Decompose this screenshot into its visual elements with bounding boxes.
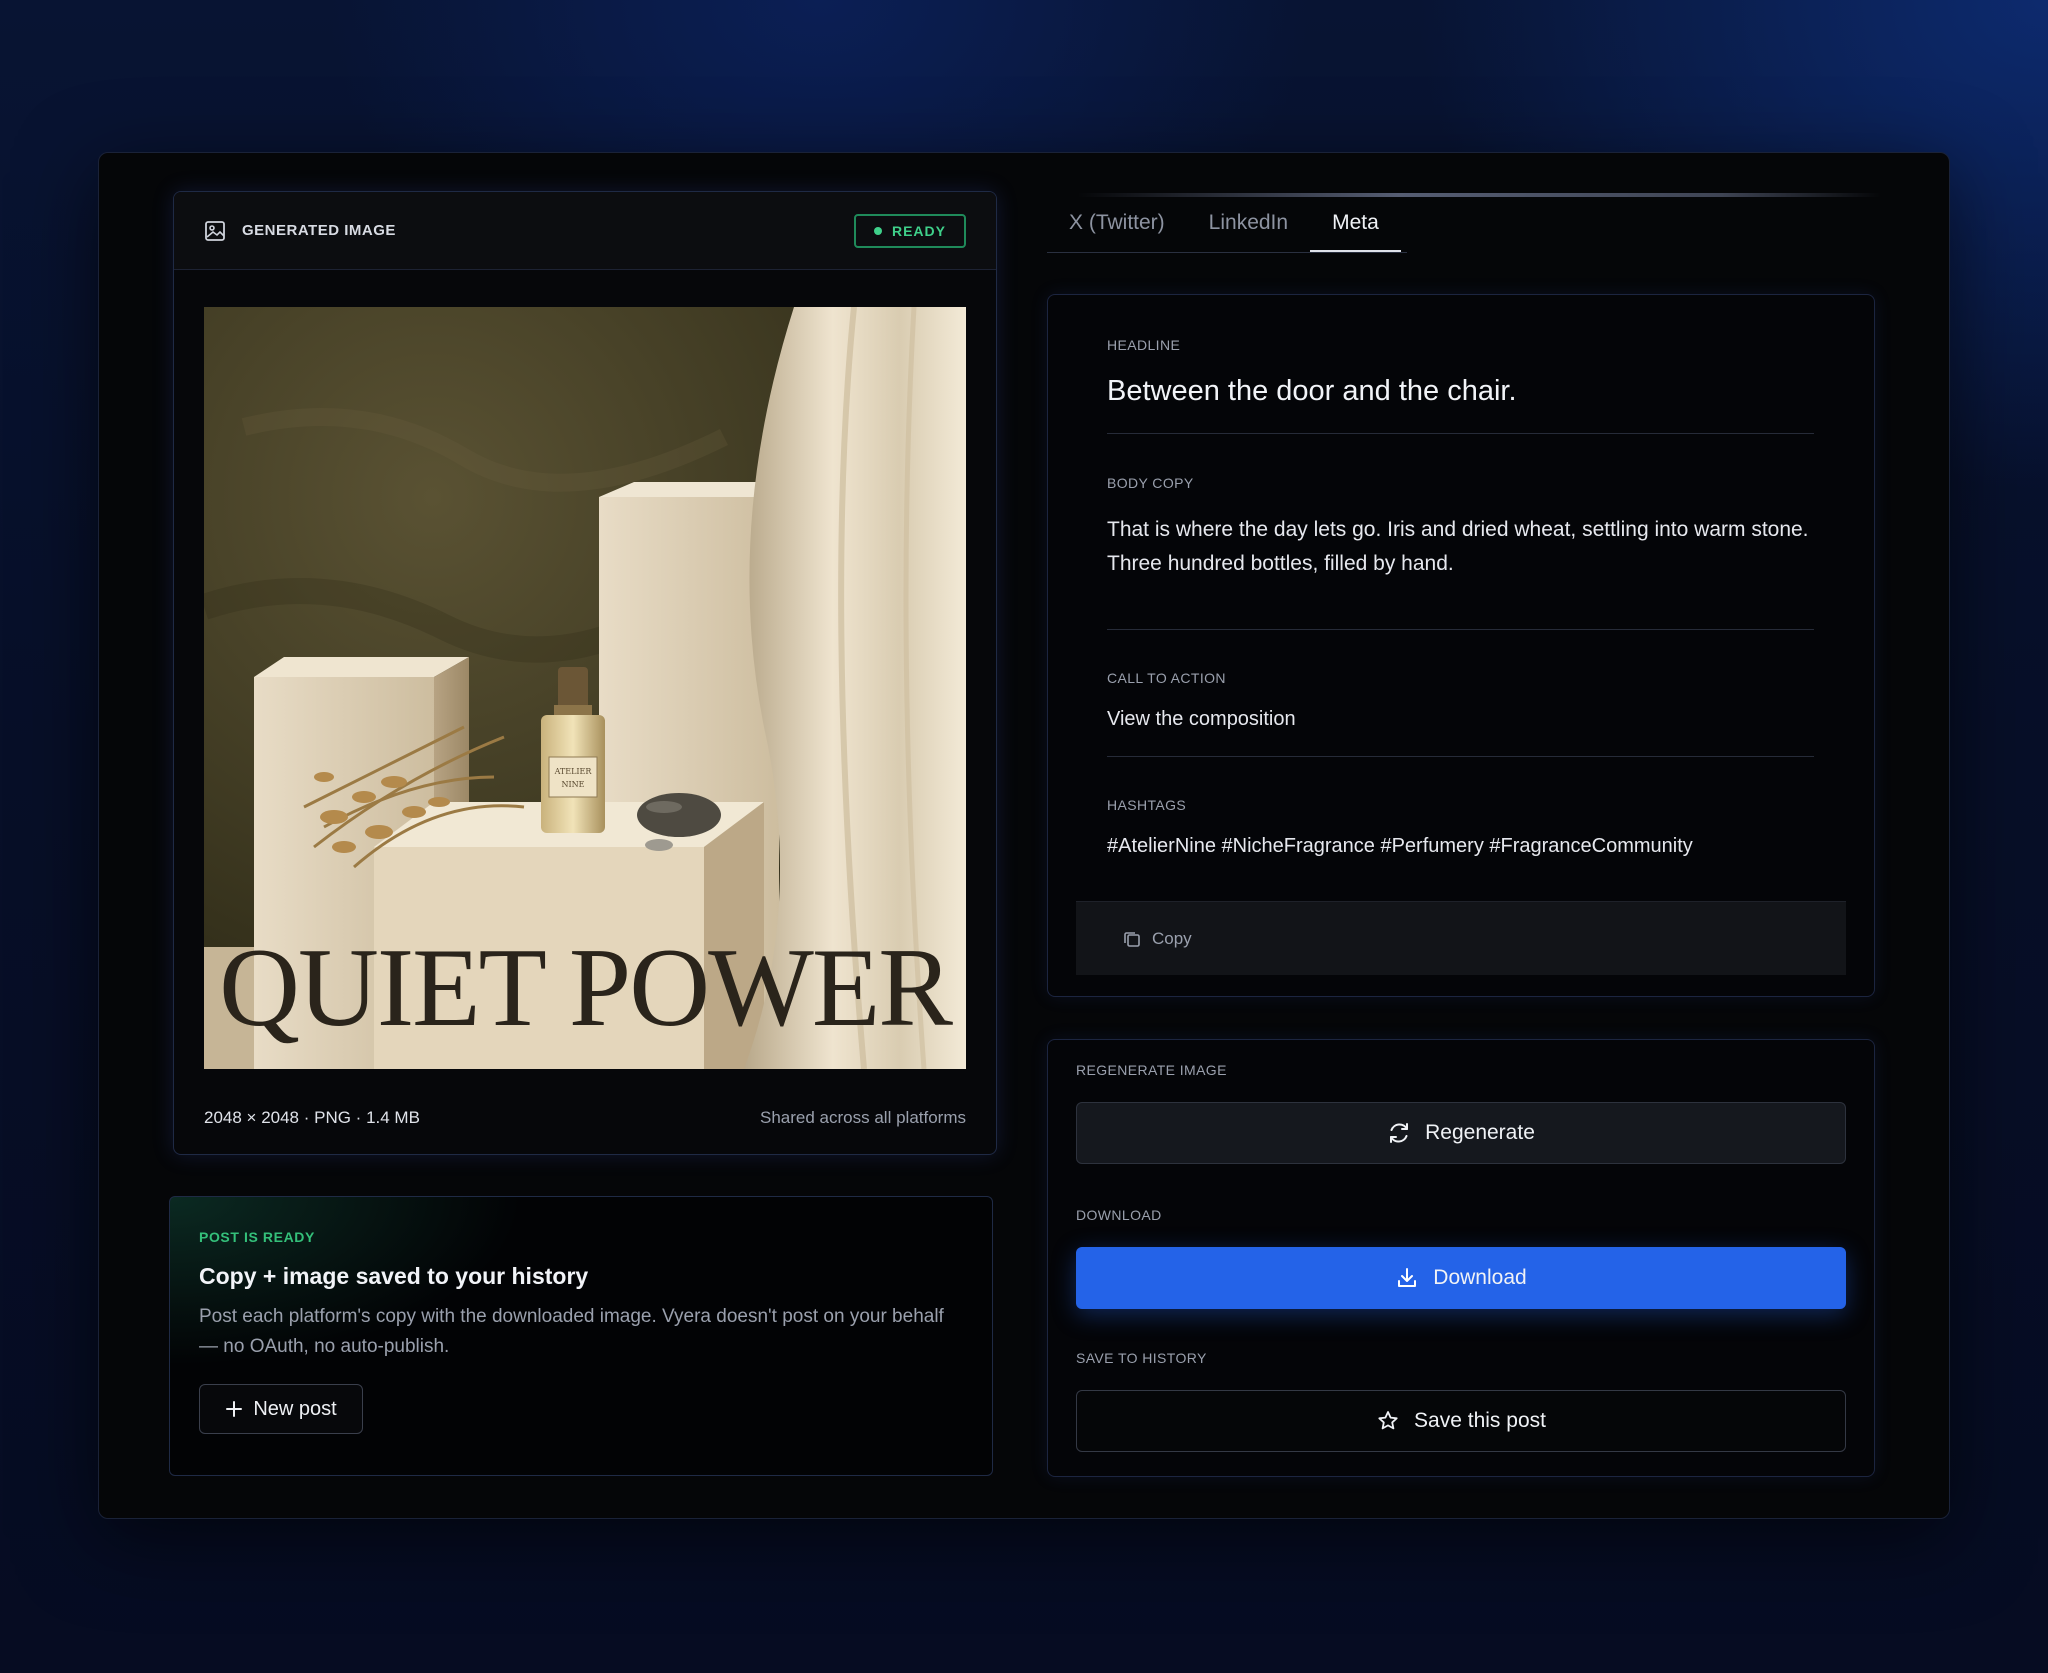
hashtags-field: HASHTAGS #AtelierNine #NicheFragrance #P…	[1107, 797, 1814, 858]
post-ready-card: POST IS READY Copy + image saved to your…	[169, 1196, 993, 1476]
app-window: GENERATED IMAGE READY ATELIER NINE QUIET…	[98, 152, 1950, 1519]
post-copy-card: HEADLINE Between the door and the chair.…	[1047, 294, 1875, 997]
cta-label: CALL TO ACTION	[1107, 670, 1226, 686]
cta-text[interactable]: View the composition	[1107, 708, 1814, 731]
download-button-label: Download	[1433, 1266, 1527, 1289]
cta-field: CALL TO ACTION View the composition	[1107, 670, 1814, 731]
post-ready-description: Post each platform's copy with the downl…	[199, 1306, 944, 1357]
image-card-header: GENERATED IMAGE READY	[174, 192, 996, 270]
new-post-label: New post	[253, 1397, 337, 1420]
actions-card: REGENERATE IMAGE Regenerate DOWNLOAD Dow…	[1047, 1039, 1875, 1477]
regenerate-section-label: REGENERATE IMAGE	[1076, 1062, 1227, 1078]
image-icon	[204, 220, 226, 242]
image-overlay-text: QUIET POWER	[219, 926, 953, 1050]
hashtags-text[interactable]: #AtelierNine #NicheFragrance #Perfumery …	[1107, 835, 1814, 858]
generated-image-card: GENERATED IMAGE READY ATELIER NINE QUIET…	[173, 191, 997, 1155]
divider	[1107, 629, 1814, 630]
regenerate-button[interactable]: Regenerate	[1076, 1102, 1846, 1164]
divider	[1107, 433, 1814, 434]
body-copy-text[interactable]: That is where the day lets go. Iris and …	[1107, 513, 1847, 581]
regenerate-button-label: Regenerate	[1425, 1121, 1535, 1144]
save-post-label: Save this post	[1414, 1409, 1546, 1432]
tabs-underline	[1047, 252, 1407, 253]
tab-x-twitter[interactable]: X (Twitter)	[1047, 193, 1187, 253]
headline-field: HEADLINE Between the door and the chair.	[1107, 337, 1814, 408]
plus-icon	[225, 1400, 243, 1418]
image-sharing-note: Shared across all platforms	[760, 1108, 966, 1127]
download-button[interactable]: Download	[1076, 1247, 1846, 1309]
copy-icon	[1122, 929, 1142, 949]
copy-label: Copy	[1152, 928, 1192, 948]
download-section-label: DOWNLOAD	[1076, 1207, 1162, 1223]
bottle-label-line2: NINE	[562, 780, 585, 789]
platform-tabs: X (Twitter) LinkedIn Meta	[1047, 193, 1881, 253]
image-card-title: GENERATED IMAGE	[242, 222, 396, 239]
image-dimensions: 2048 × 2048 · PNG · 1.4 MB	[204, 1108, 420, 1127]
tab-linkedin[interactable]: LinkedIn	[1187, 193, 1310, 253]
body-copy-label: BODY COPY	[1107, 475, 1194, 491]
status-dot	[873, 226, 882, 235]
new-post-button[interactable]: New post	[199, 1384, 363, 1434]
download-icon	[1395, 1266, 1419, 1290]
star-icon	[1376, 1409, 1400, 1433]
headline-label: HEADLINE	[1107, 337, 1181, 353]
hashtags-label: HASHTAGS	[1107, 797, 1187, 813]
tab-meta[interactable]: Meta	[1310, 193, 1401, 253]
body-copy-field: BODY COPY That is where the day lets go.…	[1107, 475, 1814, 581]
status-badge-label: READY	[891, 222, 946, 239]
generated-image[interactable]: ATELIER NINE QUIET POWER	[204, 307, 966, 1069]
headline-text[interactable]: Between the door and the chair.	[1107, 375, 1814, 408]
status-badge: READY	[853, 213, 966, 248]
save-post-button[interactable]: Save this post	[1076, 1390, 1846, 1452]
bottle-label-line1: ATELIER	[554, 767, 593, 776]
divider	[1107, 756, 1814, 757]
image-meta: 2048 × 2048 · PNG · 1.4 MB Shared across…	[204, 1108, 966, 1128]
refresh-icon	[1387, 1121, 1411, 1145]
save-section-label: SAVE TO HISTORY	[1076, 1350, 1207, 1366]
copy-button[interactable]: Copy	[1076, 901, 1846, 975]
post-ready-eyebrow: POST IS READY	[199, 1229, 315, 1245]
post-ready-title: Copy + image saved to your history	[199, 1263, 589, 1289]
